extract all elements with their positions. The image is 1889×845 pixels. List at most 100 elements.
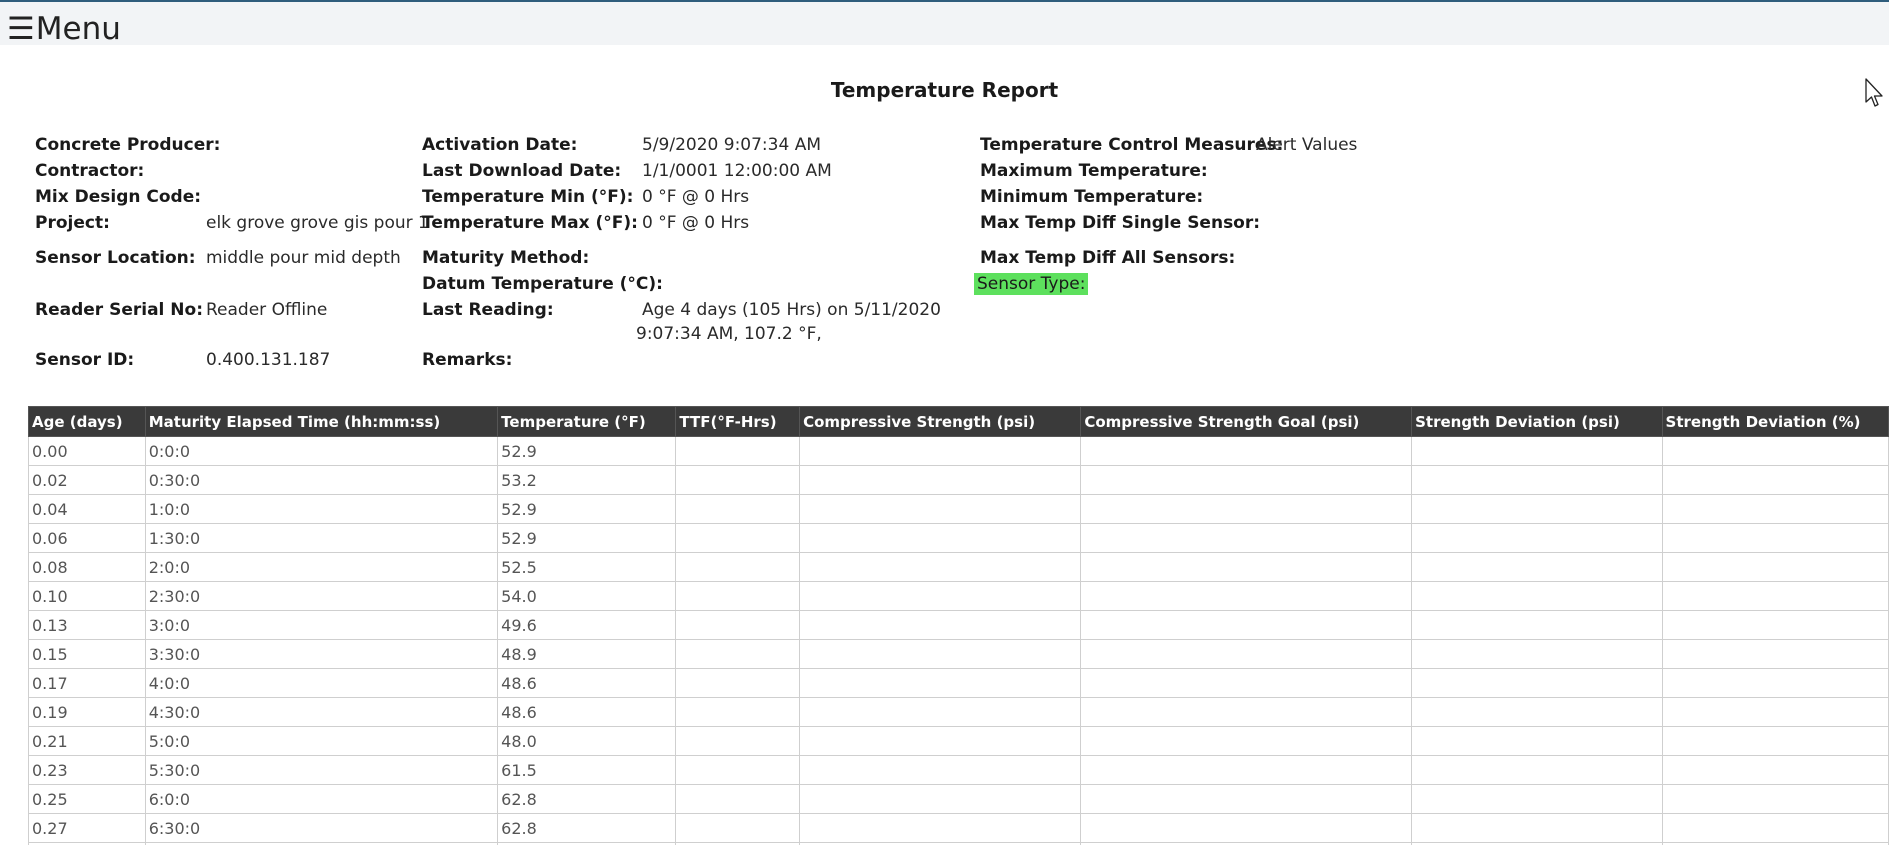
table-cell (1080, 610, 1413, 640)
table-cell: 2:0:0 (144, 552, 499, 582)
column-header-compressive-strength-goal[interactable]: Compressive Strength Goal (psi) (1080, 406, 1413, 437)
table-cell (799, 581, 1082, 611)
table-cell: 62.8 (497, 813, 677, 843)
table-cell (1411, 552, 1663, 582)
table-cell (1661, 813, 1889, 843)
table-cell: 48.6 (497, 697, 677, 727)
table-row: 0.02 0:30:0 53.2 (28, 465, 1889, 495)
table-cell (1411, 668, 1663, 698)
table-cell (675, 668, 801, 698)
table-cell: 0:30:0 (144, 465, 499, 495)
table-cell: 0.25 (28, 784, 146, 814)
table-cell: 52.9 (497, 523, 677, 553)
table-cell (799, 436, 1082, 466)
table-cell (1411, 639, 1663, 669)
table-cell (1661, 465, 1889, 495)
table-cell (675, 610, 801, 640)
table-cell (1411, 755, 1663, 785)
table-cell: 0.10 (28, 581, 146, 611)
table-cell (1661, 784, 1889, 814)
table-cell: 6:0:0 (144, 784, 499, 814)
table-cell: 0.00 (28, 436, 146, 466)
table-cell (1661, 697, 1889, 727)
table-cell: 62.8 (497, 784, 677, 814)
table-cell (675, 494, 801, 524)
table-cell (675, 813, 801, 843)
column-header-compressive-strength[interactable]: Compressive Strength (psi) (799, 406, 1082, 437)
table-cell (799, 494, 1082, 524)
table-cell (1411, 697, 1663, 727)
table-cell (799, 755, 1082, 785)
table-cell: 3:0:0 (144, 610, 499, 640)
table-cell (1661, 552, 1889, 582)
column-header-ttf[interactable]: TTF(°F-Hrs) (675, 406, 801, 437)
table-cell (675, 726, 801, 756)
table-cell (1080, 523, 1413, 553)
table-cell (675, 552, 801, 582)
table-row: 0.08 2:0:0 52.5 (28, 552, 1889, 582)
table-cell (1080, 436, 1413, 466)
table-row: 0.00 0:0:0 52.9 (28, 436, 1889, 466)
table-cell (1080, 639, 1413, 669)
table-row: 0.19 4:30:0 48.6 (28, 697, 1889, 727)
table-cell (1411, 523, 1663, 553)
table-cell (675, 436, 801, 466)
table-cell (675, 465, 801, 495)
table-row: 0.17 4:0:0 48.6 (28, 668, 1889, 698)
table-cell: 5:0:0 (144, 726, 499, 756)
table-viewport: Age (days) Maturity Elapsed Time (hh:mm:… (0, 0, 1889, 845)
table-cell (1661, 523, 1889, 553)
table-cell (799, 813, 1082, 843)
column-header-maturity-elapsed-time[interactable]: Maturity Elapsed Time (hh:mm:ss) (144, 406, 499, 437)
table-cell: 0.06 (28, 523, 146, 553)
table-cell (1661, 494, 1889, 524)
table-cell (1411, 436, 1663, 466)
table-cell (799, 465, 1082, 495)
table-cell (1661, 668, 1889, 698)
table-cell (1080, 755, 1413, 785)
table-cell (1080, 494, 1413, 524)
table-row: 0.13 3:0:0 49.6 (28, 610, 1889, 640)
table-cell (799, 552, 1082, 582)
table-cell: 1:30:0 (144, 523, 499, 553)
table-cell: 48.0 (497, 726, 677, 756)
table-cell: 0.15 (28, 639, 146, 669)
table-cell (675, 523, 801, 553)
table-cell (799, 523, 1082, 553)
table-cell (1080, 813, 1413, 843)
column-header-temperature[interactable]: Temperature (°F) (497, 406, 677, 437)
table-cell (675, 755, 801, 785)
table-cell (1661, 436, 1889, 466)
table-cell: 54.0 (497, 581, 677, 611)
table-cell: 4:30:0 (144, 697, 499, 727)
table-cell: 52.9 (497, 436, 677, 466)
table-cell (1661, 639, 1889, 669)
table-cell (799, 784, 1082, 814)
table-cell: 0.21 (28, 726, 146, 756)
table-cell: 5:30:0 (144, 755, 499, 785)
table-cell: 0.27 (28, 813, 146, 843)
table-cell (1661, 755, 1889, 785)
table-cell (799, 668, 1082, 698)
column-header-strength-deviation-percent[interactable]: Strength Deviation (%) (1661, 406, 1889, 437)
table-cell: 6:30:0 (144, 813, 499, 843)
table-header-row: Age (days) Maturity Elapsed Time (hh:mm:… (28, 406, 1889, 437)
table-cell: 52.9 (497, 494, 677, 524)
table-cell: 0.02 (28, 465, 146, 495)
table-cell: 2:30:0 (144, 581, 499, 611)
table-cell (1080, 581, 1413, 611)
column-header-strength-deviation-psi[interactable]: Strength Deviation (psi) (1411, 406, 1663, 437)
table-cell: 0.04 (28, 494, 146, 524)
table-cell: 49.6 (497, 610, 677, 640)
table-cell (1661, 610, 1889, 640)
table-cell: 3:30:0 (144, 639, 499, 669)
table-cell: 0:0:0 (144, 436, 499, 466)
table-cell (675, 784, 801, 814)
table-cell (799, 697, 1082, 727)
table-cell (1080, 552, 1413, 582)
table-cell: 0.08 (28, 552, 146, 582)
table-cell: 0.23 (28, 755, 146, 785)
table-cell: 48.9 (497, 639, 677, 669)
column-header-age[interactable]: Age (days) (28, 406, 146, 437)
table-cell (1411, 494, 1663, 524)
